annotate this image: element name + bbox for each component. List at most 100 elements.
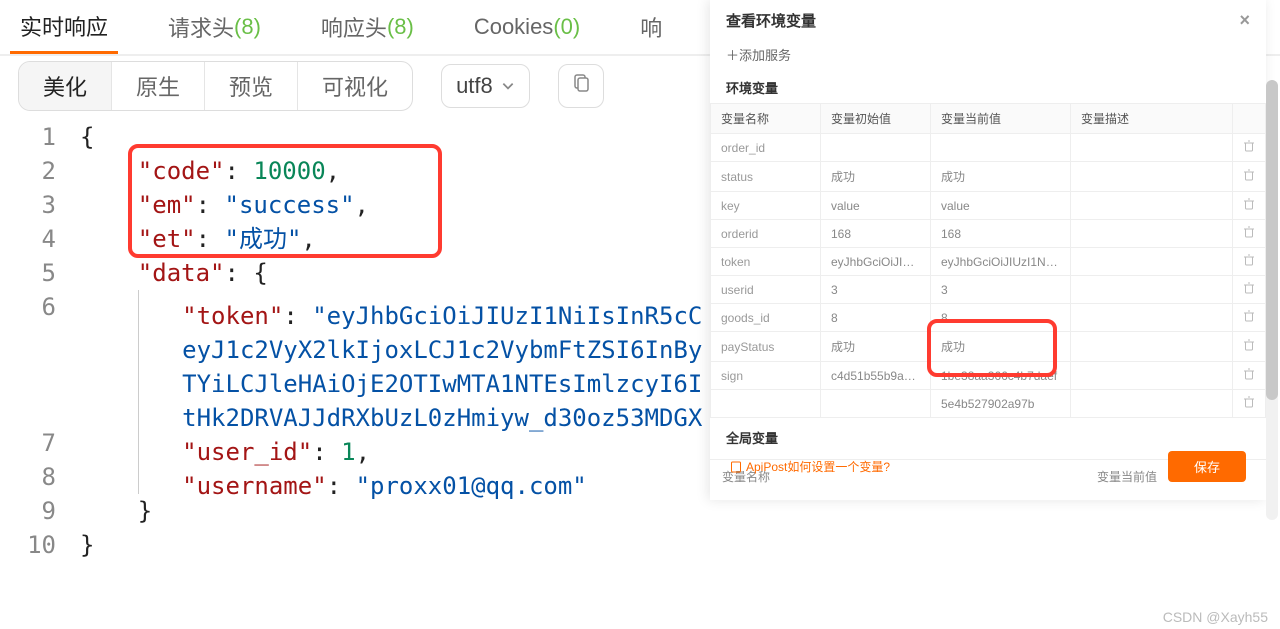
- table-row: signc4d51b55b9ad5404c91be38aa366c4b7daef: [711, 362, 1266, 390]
- var-cur[interactable]: 5e4b527902a97b: [931, 390, 1071, 418]
- delete-icon[interactable]: [1233, 390, 1266, 418]
- var-cur[interactable]: 成功: [931, 162, 1071, 192]
- help-link[interactable]: ApiPost如何设置一个变量?: [730, 458, 890, 475]
- col-actions: [1233, 104, 1266, 134]
- copy-button[interactable]: [558, 64, 604, 108]
- document-icon: [730, 461, 742, 473]
- var-cur[interactable]: 8: [931, 304, 1071, 332]
- line-number: 9: [0, 494, 56, 528]
- scrollbar[interactable]: [1266, 80, 1278, 520]
- col-name: 变量名称: [711, 104, 821, 134]
- table-row: status成功成功: [711, 162, 1266, 192]
- line-number: 6: [0, 290, 56, 324]
- tab-reshead-label: 响应头: [321, 11, 387, 43]
- delete-icon[interactable]: [1233, 248, 1266, 276]
- line-number: 2: [0, 154, 56, 188]
- table-row: 5e4b527902a97b: [711, 390, 1266, 418]
- line-number: 3: [0, 188, 56, 222]
- line-number: 10: [0, 528, 56, 562]
- line-number: 8: [0, 460, 56, 494]
- line-number: 5: [0, 256, 56, 290]
- var-cur[interactable]: 168: [931, 220, 1071, 248]
- delete-icon[interactable]: [1233, 276, 1266, 304]
- tab-response-headers[interactable]: 响应头(8): [311, 0, 424, 54]
- global-section-title: 全局变量: [710, 418, 1266, 453]
- col-init: 变量初始值: [821, 104, 931, 134]
- tab-response-body[interactable]: 响: [630, 0, 672, 54]
- popup-header: 查看环境变量 ×: [710, 0, 1266, 41]
- var-name[interactable]: sign: [711, 362, 821, 390]
- var-init[interactable]: 8: [821, 304, 931, 332]
- table-row: userid33: [711, 276, 1266, 304]
- var-desc[interactable]: [1071, 248, 1233, 276]
- var-desc[interactable]: [1071, 390, 1233, 418]
- var-name[interactable]: userid: [711, 276, 821, 304]
- var-desc[interactable]: [1071, 304, 1233, 332]
- var-init[interactable]: 168: [821, 220, 931, 248]
- popup-footer: ApiPost如何设置一个变量? 保存: [710, 451, 1266, 482]
- tab-reqhead-label: 请求头: [168, 11, 234, 43]
- var-name[interactable]: status: [711, 162, 821, 192]
- var-init[interactable]: 成功: [821, 332, 931, 362]
- tab-realtime[interactable]: 实时响应: [10, 0, 118, 54]
- var-desc[interactable]: [1071, 276, 1233, 304]
- var-cur[interactable]: eyJhbGciOiJIUzI1NiIsIn: [931, 248, 1071, 276]
- var-desc[interactable]: [1071, 332, 1233, 362]
- var-cur[interactable]: value: [931, 192, 1071, 220]
- var-name[interactable]: [711, 390, 821, 418]
- delete-icon[interactable]: [1233, 304, 1266, 332]
- view-raw[interactable]: 原生: [111, 62, 204, 110]
- var-desc[interactable]: [1071, 220, 1233, 248]
- var-init[interactable]: c4d51b55b9ad5404c9: [821, 362, 931, 390]
- view-preview[interactable]: 预览: [204, 62, 297, 110]
- delete-icon[interactable]: [1233, 192, 1266, 220]
- delete-icon[interactable]: [1233, 162, 1266, 192]
- var-name[interactable]: order_id: [711, 134, 821, 162]
- var-init[interactable]: value: [821, 192, 931, 220]
- col-desc: 变量描述: [1071, 104, 1233, 134]
- var-init[interactable]: 3: [821, 276, 931, 304]
- env-variables-popup: 查看环境变量 × ＋添加服务 环境变量 变量名称 变量初始值 变量当前值 变量描…: [710, 0, 1266, 500]
- delete-icon[interactable]: [1233, 220, 1266, 248]
- scrollbar-thumb[interactable]: [1266, 80, 1278, 400]
- tab-request-headers[interactable]: 请求头(8): [158, 0, 271, 54]
- var-cur[interactable]: 3: [931, 276, 1071, 304]
- var-desc[interactable]: [1071, 192, 1233, 220]
- line-number: 1: [0, 120, 56, 154]
- var-init[interactable]: 成功: [821, 162, 931, 192]
- line-number: 7: [0, 426, 56, 460]
- var-cur[interactable]: 1be38aa366c4b7daef: [931, 362, 1071, 390]
- var-name[interactable]: orderid: [711, 220, 821, 248]
- delete-icon[interactable]: [1233, 362, 1266, 390]
- table-row: tokeneyJhbGciOiJIUzI1NiIsIneyJhbGciOiJIU…: [711, 248, 1266, 276]
- table-row: payStatus成功成功: [711, 332, 1266, 362]
- var-cur[interactable]: 成功: [931, 332, 1071, 362]
- var-desc[interactable]: [1071, 134, 1233, 162]
- var-name[interactable]: key: [711, 192, 821, 220]
- table-row: keyvaluevalue: [711, 192, 1266, 220]
- table-row: order_id: [711, 134, 1266, 162]
- table-row: orderid168168: [711, 220, 1266, 248]
- var-name[interactable]: payStatus: [711, 332, 821, 362]
- var-desc[interactable]: [1071, 162, 1233, 192]
- delete-icon[interactable]: [1233, 332, 1266, 362]
- delete-icon[interactable]: [1233, 134, 1266, 162]
- var-name[interactable]: goods_id: [711, 304, 821, 332]
- var-desc[interactable]: [1071, 362, 1233, 390]
- var-init[interactable]: [821, 134, 931, 162]
- encoding-select[interactable]: utf8: [441, 64, 530, 108]
- view-mode-group: 美化 原生 预览 可视化: [18, 61, 413, 111]
- var-init[interactable]: eyJhbGciOiJIUzI1NiIsIn: [821, 248, 931, 276]
- var-cur[interactable]: [931, 134, 1071, 162]
- save-button[interactable]: 保存: [1168, 451, 1246, 482]
- var-name[interactable]: token: [711, 248, 821, 276]
- tab-reqhead-count: (8): [234, 14, 261, 40]
- watermark: CSDN @Xayh55: [1163, 609, 1268, 625]
- popup-title: 查看环境变量: [726, 10, 816, 31]
- var-init[interactable]: [821, 390, 931, 418]
- add-service-button[interactable]: ＋添加服务: [710, 41, 1266, 68]
- close-icon[interactable]: ×: [1239, 10, 1250, 31]
- view-visual[interactable]: 可视化: [297, 62, 412, 110]
- view-beautify[interactable]: 美化: [19, 62, 111, 110]
- tab-cookies[interactable]: Cookies(0): [464, 0, 590, 54]
